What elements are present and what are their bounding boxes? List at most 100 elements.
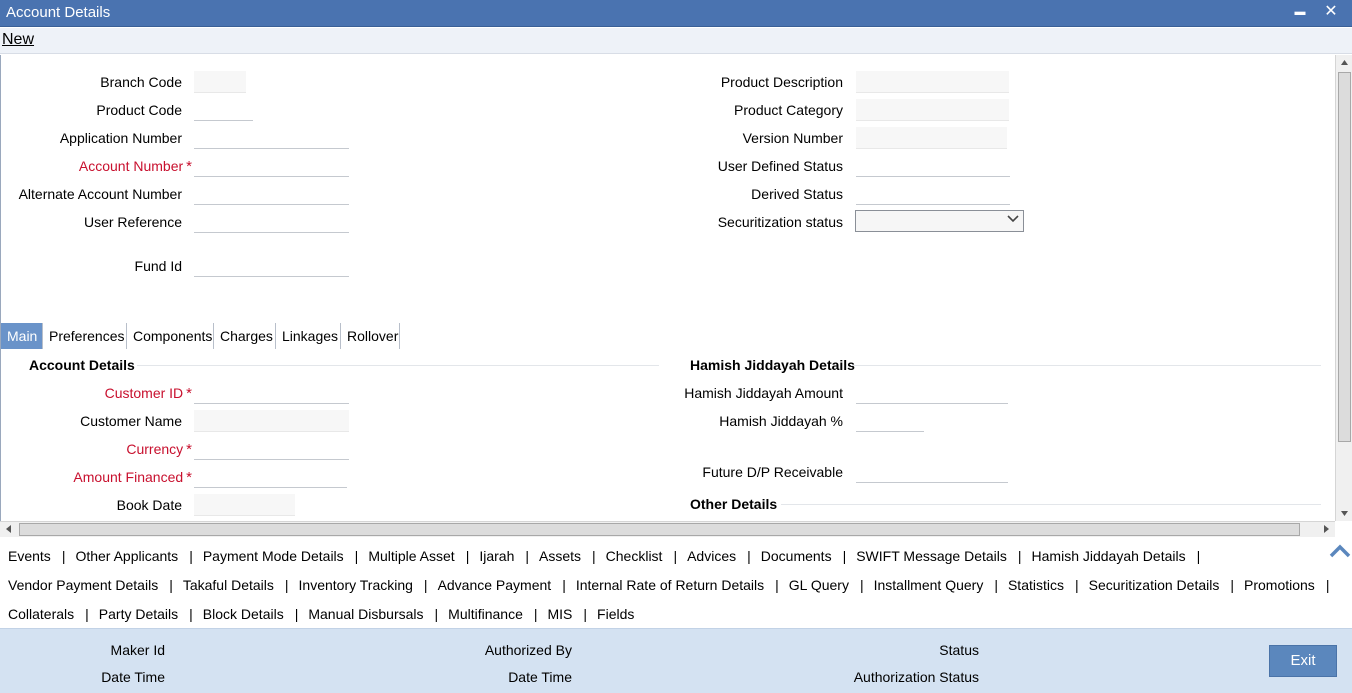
tab-linkages[interactable]: Linkages	[276, 323, 341, 349]
subscreen-link[interactable]: Multifinance	[448, 606, 523, 622]
section-divider	[137, 365, 659, 366]
link-separator: |	[189, 606, 193, 622]
subscreen-link[interactable]: Advance Payment	[438, 577, 552, 593]
horizontal-scroll-thumb[interactable]	[19, 523, 1300, 536]
user-reference-field[interactable]	[194, 211, 349, 233]
hamish-percent-label: Hamish Jiddayah %	[719, 413, 843, 429]
subscreen-link[interactable]: Documents	[761, 548, 832, 564]
subscreen-link[interactable]: Statistics	[1008, 577, 1064, 593]
subscreen-link[interactable]: Checklist	[606, 548, 663, 564]
subscreen-link[interactable]: Internal Rate of Return Details	[576, 577, 764, 593]
authorized-by-label: Authorized By	[484, 642, 572, 658]
subscreen-link[interactable]: Events	[8, 548, 51, 564]
required-marker: *	[186, 385, 192, 402]
tab-main[interactable]: Main	[1, 323, 43, 349]
subscreen-link[interactable]: Assets	[539, 548, 581, 564]
auth-date-time-label: Date Time	[508, 669, 572, 685]
application-number-field[interactable]	[194, 127, 349, 149]
scroll-left-icon[interactable]	[4, 523, 13, 535]
subscreen-link[interactable]: Block Details	[203, 606, 284, 622]
link-separator: |	[85, 606, 89, 622]
tab-rollover[interactable]: Rollover	[341, 323, 400, 349]
window-title: Account Details	[6, 4, 111, 21]
future-dp-receivable-field[interactable]	[856, 461, 1008, 483]
branch-code-label: Branch Code	[100, 74, 182, 90]
subscreen-link[interactable]: GL Query	[789, 577, 849, 593]
link-separator: |	[189, 548, 193, 564]
vertical-scroll-thumb[interactable]	[1338, 72, 1351, 442]
link-separator: |	[842, 548, 847, 564]
hamish-percent-field[interactable]	[856, 410, 924, 432]
amount-financed-field[interactable]	[194, 466, 347, 488]
subscreen-link[interactable]: Promotions	[1244, 577, 1315, 593]
book-date-label: Book Date	[116, 497, 182, 513]
subscreen-link[interactable]: Party Details	[99, 606, 178, 622]
customer-name-field	[194, 410, 349, 432]
authorization-status-label: Authorization Status	[853, 669, 979, 685]
new-link[interactable]: New	[2, 31, 34, 49]
customer-id-label: Customer ID *	[104, 385, 192, 402]
user-defined-status-label: User Defined Status	[717, 158, 843, 174]
subscreen-link[interactable]: Other Applicants	[75, 548, 178, 564]
subscreen-link[interactable]: MIS	[548, 606, 573, 622]
subscreen-link[interactable]: Ijarah	[479, 548, 514, 564]
alternate-account-number-label: Alternate Account Number	[18, 186, 182, 202]
currency-field[interactable]	[194, 438, 349, 460]
link-separator: |	[1017, 548, 1022, 564]
scroll-down-icon[interactable]	[1340, 509, 1349, 518]
subscreen-link[interactable]: Securitization Details	[1089, 577, 1220, 593]
tab-charges[interactable]: Charges	[214, 323, 276, 349]
fund-id-label: Fund Id	[134, 258, 182, 274]
link-separator: |	[533, 606, 538, 622]
user-defined-status-field[interactable]	[856, 155, 1010, 177]
application-number-label: Application Number	[59, 130, 182, 146]
subscreen-link[interactable]: Multiple Asset	[368, 548, 454, 564]
subscreen-link[interactable]: Takaful Details	[183, 577, 274, 593]
subscreen-link[interactable]: Advices	[687, 548, 736, 564]
link-row: Collaterals | Party Details | Block Details |…	[8, 606, 634, 622]
subscreen-link[interactable]: Payment Mode Details	[203, 548, 344, 564]
account-number-field[interactable]	[194, 155, 349, 177]
exit-button[interactable]: Exit	[1269, 645, 1337, 677]
subscreen-link[interactable]: Vendor Payment Details	[8, 577, 158, 593]
tab-preferences[interactable]: Preferences	[43, 323, 127, 349]
date-time-label: Date Time	[101, 669, 165, 685]
link-separator: |	[994, 577, 998, 593]
link-separator: |	[583, 606, 588, 622]
link-row: Vendor Payment Details | Takaful Details | I…	[8, 577, 1339, 593]
subscreen-link[interactable]: Fields	[597, 606, 634, 622]
hamish-amount-label: Hamish Jiddayah Amount	[684, 385, 843, 401]
minimize-icon[interactable]: ▬	[1290, 6, 1310, 18]
chevron-up-icon[interactable]	[1328, 541, 1352, 561]
vertical-scrollbar[interactable]	[1335, 55, 1352, 521]
securitization-status-select[interactable]	[855, 210, 1024, 232]
user-reference-label: User Reference	[83, 214, 182, 230]
product-code-field[interactable]	[194, 99, 253, 121]
hamish-amount-field[interactable]	[856, 382, 1008, 404]
link-separator: |	[1325, 577, 1330, 593]
link-separator: |	[747, 548, 751, 564]
link-separator: |	[434, 606, 439, 622]
scroll-right-icon[interactable]	[1322, 523, 1331, 535]
toolbar: New	[0, 28, 1352, 54]
book-date-field	[194, 494, 295, 516]
scroll-up-icon[interactable]	[1340, 58, 1349, 67]
horizontal-scrollbar[interactable]	[0, 521, 1335, 537]
derived-status-field[interactable]	[856, 183, 1010, 205]
alternate-account-number-field[interactable]	[194, 183, 349, 205]
product-code-label: Product Code	[96, 102, 182, 118]
subscreen-link[interactable]: Manual Disbursals	[308, 606, 423, 622]
link-separator: |	[562, 577, 566, 593]
close-icon[interactable]: ✕	[1321, 1, 1341, 21]
subscreen-link[interactable]: SWIFT Message Details	[856, 548, 1007, 564]
required-marker: *	[186, 441, 192, 458]
section-divider	[781, 504, 1321, 505]
subscreen-link[interactable]: Collaterals	[8, 606, 74, 622]
subscreen-link[interactable]: Installment Query	[874, 577, 984, 593]
customer-id-field[interactable]	[194, 382, 349, 404]
link-separator: |	[1196, 548, 1201, 564]
subscreen-link[interactable]: Inventory Tracking	[299, 577, 413, 593]
subscreen-link[interactable]: Hamish Jiddayah Details	[1032, 548, 1186, 564]
fund-id-field[interactable]	[194, 255, 349, 277]
tab-components[interactable]: Components	[127, 323, 214, 349]
